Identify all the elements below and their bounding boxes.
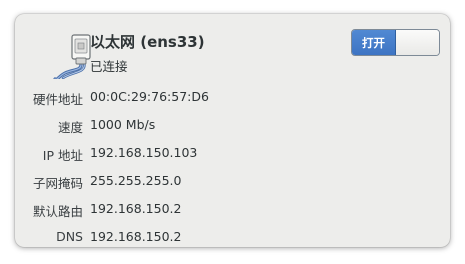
- detail-row-ip-address: IP 地址 192.168.150.103: [15, 145, 450, 165]
- detail-row-dns: DNS 192.168.150.2: [15, 229, 450, 247]
- detail-label: 默认路由: [32, 204, 83, 219]
- connection-toggle-switch[interactable]: 打开: [351, 29, 440, 56]
- detail-row-subnet-mask: 子网掩码 255.255.255.0: [15, 173, 450, 193]
- detail-value: 1000 Mb/s: [90, 117, 156, 132]
- detail-label: DNS: [56, 229, 83, 244]
- detail-label: 子网掩码: [32, 176, 83, 191]
- toggle-knob[interactable]: [396, 30, 439, 55]
- detail-label: 硬件地址: [32, 92, 83, 107]
- detail-value: 192.168.150.2: [90, 229, 182, 244]
- detail-value: 255.255.255.0: [90, 173, 182, 188]
- detail-row-hardware-address: 硬件地址 00:0C:29:76:57:D6: [15, 89, 450, 109]
- toggle-on-label: 打开: [352, 30, 396, 55]
- connection-title: 以太网 (ens33): [90, 33, 205, 51]
- detail-label: IP 地址: [42, 148, 83, 163]
- detail-value: 192.168.150.103: [90, 145, 198, 160]
- detail-row-speed: 速度 1000 Mb/s: [15, 117, 450, 137]
- detail-value: 00:0C:29:76:57:D6: [90, 89, 209, 104]
- detail-label: 速度: [57, 120, 83, 135]
- detail-value: 192.168.150.2: [90, 201, 182, 216]
- detail-row-default-route: 默认路由 192.168.150.2: [15, 201, 450, 221]
- connection-status: 已连接: [90, 59, 128, 74]
- network-connection-panel: 以太网 (ens33) 已连接 打开 硬件地址 00:0C:29:76:57:D…: [15, 14, 450, 247]
